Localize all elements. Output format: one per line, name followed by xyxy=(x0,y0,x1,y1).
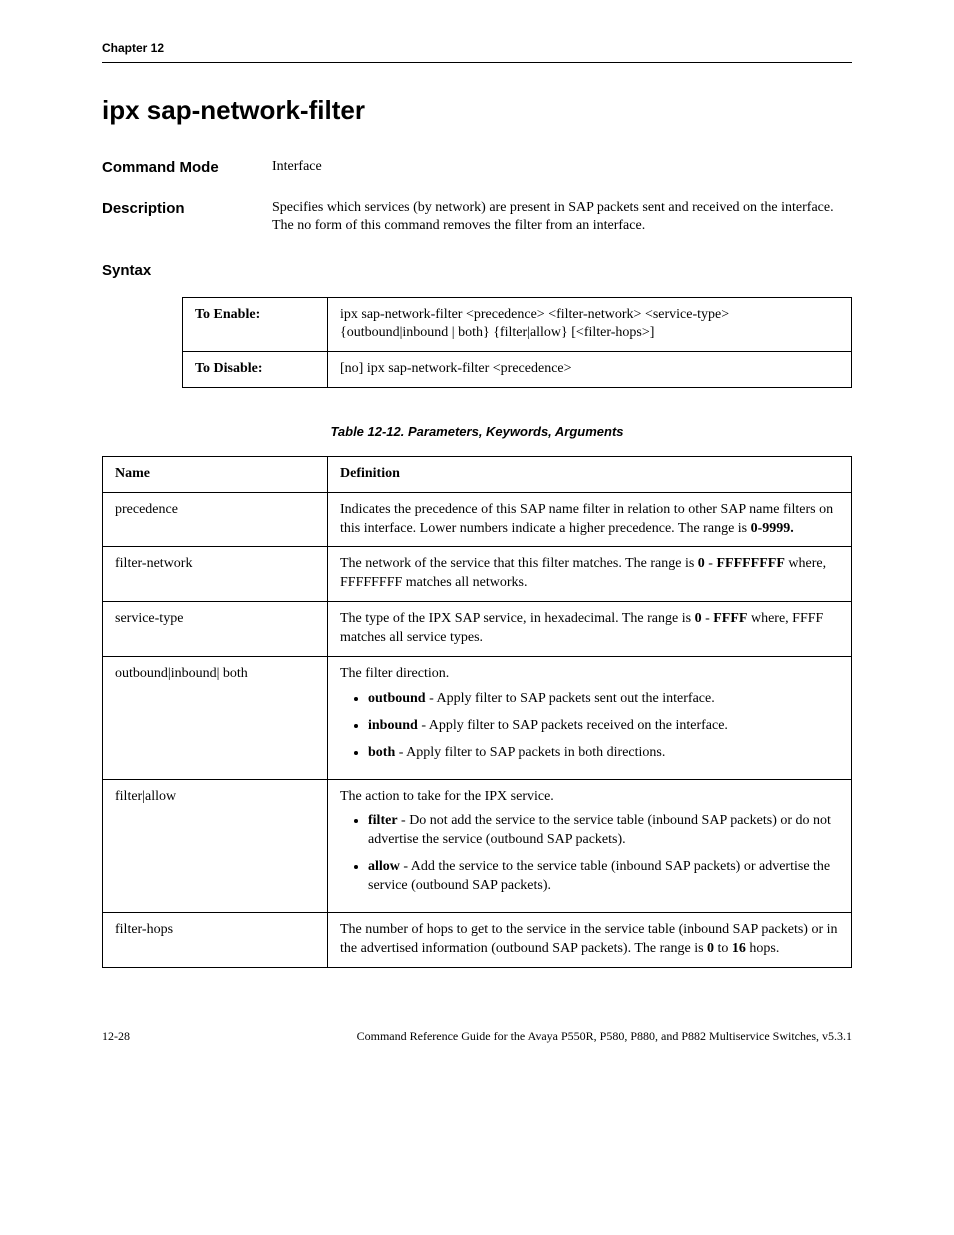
param-name: service-type xyxy=(103,602,328,657)
footer-text: Command Reference Guide for the Avaya P5… xyxy=(357,1028,852,1044)
text: - Apply filter to SAP packets in both di… xyxy=(395,745,665,760)
syntax-enable-value: ipx sap-network-filter <precedence> <fil… xyxy=(328,297,852,352)
description-value: Specifies which services (by network) ar… xyxy=(272,199,852,237)
param-def: The action to take for the IPX service. … xyxy=(328,779,852,912)
param-name: outbound|inbound| both xyxy=(103,657,328,780)
table-row: service-type The type of the IPX SAP ser… xyxy=(103,602,852,657)
table-row: filter|allow The action to take for the … xyxy=(103,779,852,912)
param-def: The network of the service that this fil… xyxy=(328,547,852,602)
table-header-row: Name Definition xyxy=(103,456,852,492)
text-bold: 0 xyxy=(698,556,705,571)
bullet-list: filter - Do not add the service to the s… xyxy=(340,812,839,896)
text-bold: FFFF xyxy=(713,611,747,626)
param-def: The number of hops to get to the service… xyxy=(328,913,852,968)
page-footer: 12-28 Command Reference Guide for the Av… xyxy=(102,1028,852,1044)
text: - xyxy=(702,611,714,626)
command-mode-label: Command Mode xyxy=(102,158,272,178)
footer-page-number: 12-28 xyxy=(102,1028,130,1044)
text: to xyxy=(714,941,732,956)
param-name: filter-hops xyxy=(103,913,328,968)
syntax-enable-label: To Enable: xyxy=(183,297,328,352)
text: - Apply filter to SAP packets sent out t… xyxy=(426,691,715,706)
text: The filter direction. xyxy=(340,666,449,681)
param-name: filter-network xyxy=(103,547,328,602)
list-item: outbound - Apply filter to SAP packets s… xyxy=(368,690,839,709)
col-header-name: Name xyxy=(103,456,328,492)
description-label: Description xyxy=(102,199,272,219)
text: hops. xyxy=(746,941,779,956)
col-header-definition: Definition xyxy=(328,456,852,492)
text-bold: outbound xyxy=(368,691,426,706)
text: - Add the service to the service table (… xyxy=(368,859,830,893)
text: - Do not add the service to the service … xyxy=(368,813,831,847)
table-row: To Enable: ipx sap-network-filter <prece… xyxy=(183,297,852,352)
param-def: The filter direction. outbound - Apply f… xyxy=(328,657,852,780)
text-bold: 16 xyxy=(732,941,746,956)
text-bold: filter xyxy=(368,813,398,828)
command-mode-value: Interface xyxy=(272,158,852,177)
text-bold: FFFFFFFF xyxy=(716,556,784,571)
table-row: precedence Indicates the precedence of t… xyxy=(103,492,852,547)
text-bold: 0 xyxy=(695,611,702,626)
text: The type of the IPX SAP service, in hexa… xyxy=(340,611,695,626)
list-item: both - Apply filter to SAP packets in bo… xyxy=(368,744,839,763)
param-name: filter|allow xyxy=(103,779,328,912)
param-name: precedence xyxy=(103,492,328,547)
bullet-list: outbound - Apply filter to SAP packets s… xyxy=(340,690,839,763)
syntax-disable-label: To Disable: xyxy=(183,352,328,388)
list-item: inbound - Apply filter to SAP packets re… xyxy=(368,717,839,736)
text: - Apply filter to SAP packets received o… xyxy=(418,718,728,733)
params-table: Name Definition precedence Indicates the… xyxy=(102,456,852,968)
text: The action to take for the IPX service. xyxy=(340,789,554,804)
table-row: filter-network The network of the servic… xyxy=(103,547,852,602)
table-row: outbound|inbound| both The filter direct… xyxy=(103,657,852,780)
table-row: filter-hops The number of hops to get to… xyxy=(103,913,852,968)
text: The network of the service that this fil… xyxy=(340,556,698,571)
syntax-table: To Enable: ipx sap-network-filter <prece… xyxy=(182,297,852,389)
text-bold: 0-9999. xyxy=(751,521,794,536)
chapter-header: Chapter 12 xyxy=(102,40,852,63)
list-item: filter - Do not add the service to the s… xyxy=(368,812,839,850)
text: - xyxy=(705,556,717,571)
table-row: To Disable: [no] ipx sap-network-filter … xyxy=(183,352,852,388)
text-bold: both xyxy=(368,745,395,760)
text-bold: allow xyxy=(368,859,400,874)
syntax-label: Syntax xyxy=(102,261,852,281)
param-def: Indicates the precedence of this SAP nam… xyxy=(328,492,852,547)
list-item: allow - Add the service to the service t… xyxy=(368,858,839,896)
page-title: ipx sap-network-filter xyxy=(102,93,852,128)
text-bold: 0 xyxy=(707,941,714,956)
syntax-disable-value: [no] ipx sap-network-filter <precedence> xyxy=(328,352,852,388)
param-def: The type of the IPX SAP service, in hexa… xyxy=(328,602,852,657)
text-bold: inbound xyxy=(368,718,418,733)
table-caption: Table 12-12. Parameters, Keywords, Argum… xyxy=(102,423,852,441)
